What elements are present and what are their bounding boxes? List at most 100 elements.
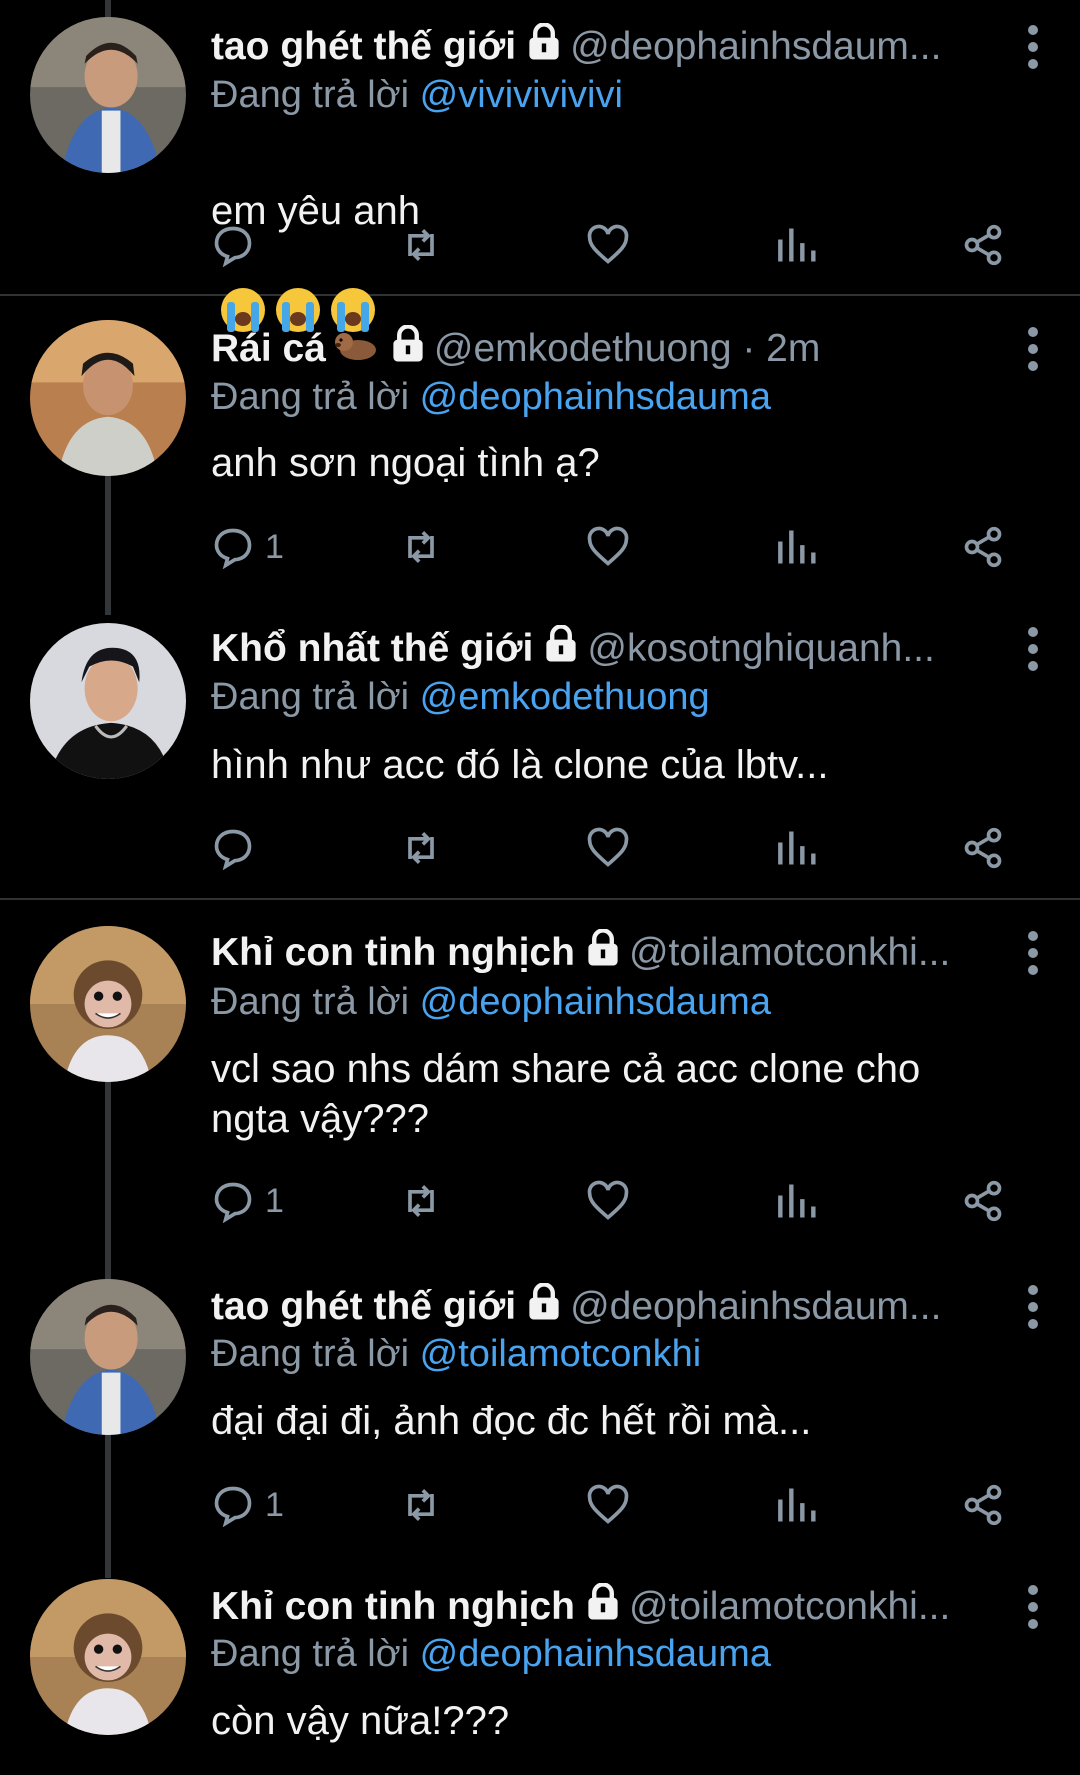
- analytics-icon: [778, 228, 816, 262]
- reply-mention-link[interactable]: @vivivivivivi: [420, 74, 623, 116]
- views-button[interactable]: [773, 1480, 817, 1530]
- tweet[interactable]: Rái cá @emkodethuong · 2m Đang trả lời @d…: [0, 296, 1080, 598]
- reply-bubble-icon: [214, 226, 252, 267]
- more-vertical-icon[interactable]: [1026, 1284, 1040, 1330]
- display-name[interactable]: Khổ nhất thế giới: [211, 627, 533, 670]
- username-handle[interactable]: @toilamotconkhi...: [629, 931, 950, 974]
- avatar[interactable]: [30, 926, 186, 1082]
- share-icon: [964, 1484, 1002, 1526]
- views-button[interactable]: [773, 220, 817, 270]
- reply-button[interactable]: 1: [211, 1176, 284, 1226]
- share-icon: [964, 526, 1002, 568]
- replying-to: Đang trả lời @vivivivivivi: [211, 74, 623, 116]
- tweet-actions: [211, 823, 1011, 873]
- more-vertical-icon[interactable]: [1026, 930, 1040, 976]
- reply-mention-link[interactable]: @deophainhsdauma: [420, 1633, 771, 1675]
- views-button[interactable]: [773, 1176, 817, 1226]
- retweet-button[interactable]: [399, 1176, 443, 1226]
- retweet-button[interactable]: [399, 1480, 443, 1530]
- retweet-button[interactable]: [399, 220, 443, 270]
- tweet-header: Khỉ con tinh nghịch @toilamotconkhi...: [211, 1582, 990, 1632]
- more-vertical-icon[interactable]: [1026, 1584, 1040, 1630]
- reply-count: 1: [265, 527, 284, 566]
- username-handle[interactable]: @deophainhsdaum...: [570, 1285, 941, 1328]
- heart-icon: [587, 1180, 629, 1220]
- like-button[interactable]: [586, 1176, 630, 1226]
- username-handle[interactable]: @toilamotconkhi...: [629, 1585, 950, 1628]
- share-button[interactable]: [961, 522, 1005, 572]
- like-button[interactable]: [586, 522, 630, 572]
- tweet-header: tao ghét thế giới @deophainhsdaum...: [211, 1282, 990, 1332]
- tweet-header: Rái cá @emkodethuong · 2m: [211, 324, 990, 374]
- analytics-icon: [778, 831, 816, 865]
- share-button[interactable]: [961, 1176, 1005, 1226]
- like-button[interactable]: [586, 1480, 630, 1530]
- avatar[interactable]: [30, 1279, 186, 1435]
- heart-icon: [587, 526, 629, 566]
- tweet-header: Khỉ con tinh nghịch @toilamotconkhi...: [211, 928, 990, 978]
- display-name[interactable]: tao ghét thế giới: [211, 1285, 516, 1328]
- reply-mention-link[interactable]: @emkodethuong: [420, 676, 710, 718]
- display-name[interactable]: Rái cá: [211, 327, 326, 370]
- tweet-text: hình như acc đó là clone của lbtv...: [211, 743, 829, 787]
- heart-icon: [587, 1484, 629, 1524]
- more-vertical-icon[interactable]: [1026, 24, 1040, 70]
- share-icon: [964, 827, 1002, 869]
- replying-to: Đang trả lời @deophainhsdauma: [211, 376, 771, 418]
- tweet[interactable]: Khỉ con tinh nghịch @toilamotconkhi... Đa…: [0, 1554, 1080, 1775]
- avatar[interactable]: [30, 320, 186, 476]
- share-button[interactable]: [961, 220, 1005, 270]
- tweet-text: còn vậy nữa!???: [211, 1699, 510, 1743]
- reply-count: 1: [265, 1485, 284, 1524]
- reply-count: 1: [265, 1181, 284, 1220]
- heart-icon: [587, 827, 629, 867]
- reply-button[interactable]: 1: [211, 1480, 284, 1530]
- display-name[interactable]: Khỉ con tinh nghịch: [211, 931, 575, 974]
- reply-mention-link[interactable]: @deophainhsdauma: [420, 981, 771, 1023]
- replying-to: Đang trả lời @deophainhsdauma: [211, 1633, 771, 1675]
- retweet-icon: [408, 531, 434, 563]
- retweet-icon: [408, 229, 434, 261]
- share-button[interactable]: [961, 1480, 1005, 1530]
- retweet-button[interactable]: [399, 823, 443, 873]
- young-man-photo-avatar: [30, 320, 186, 476]
- more-vertical-icon[interactable]: [1026, 626, 1040, 672]
- avatar[interactable]: [30, 1579, 186, 1735]
- avatar[interactable]: [30, 17, 186, 173]
- retweet-icon: [408, 1185, 434, 1217]
- username-handle[interactable]: @emkodethuong · 2m: [434, 327, 820, 370]
- tweet-actions: 1: [211, 522, 1011, 572]
- young-man-black-shirt-photo-avatar: [30, 623, 186, 779]
- retweet-button[interactable]: [399, 522, 443, 572]
- reply-button[interactable]: 1: [211, 522, 284, 572]
- username-handle[interactable]: @kosotnghiquanh...: [587, 627, 935, 670]
- reply-bubble-icon: [214, 1182, 252, 1223]
- username-handle[interactable]: @deophainhsdaum...: [570, 25, 941, 68]
- heart-icon: [587, 224, 629, 264]
- reply-mention-link[interactable]: @deophainhsdauma: [420, 376, 771, 418]
- tweet[interactable]: tao ghét thế giới @deophainhsdaum... Đang…: [0, 1254, 1080, 1554]
- display-name[interactable]: Khỉ con tinh nghịch: [211, 1585, 575, 1628]
- replying-to: Đang trả lời @deophainhsdauma: [211, 981, 771, 1023]
- share-icon: [964, 224, 1002, 266]
- like-button[interactable]: [586, 823, 630, 873]
- tweet[interactable]: tao ghét thế giới @deophainhsdaum... Đang…: [0, 0, 1080, 332]
- like-button[interactable]: [586, 220, 630, 270]
- tweet-actions: 1: [211, 1480, 1011, 1530]
- display-name[interactable]: tao ghét thế giới: [211, 25, 516, 68]
- tweet[interactable]: Khổ nhất thế giới @kosotnghiquanh... Đang…: [0, 598, 1080, 898]
- tweet-header: tao ghét thế giới @deophainhsdaum...: [211, 22, 990, 72]
- lock-icon: [543, 624, 579, 674]
- tweet-text: đại đại đi, ảnh đọc đc hết rồi mà...: [211, 1399, 812, 1443]
- reply-bubble-icon: [214, 528, 252, 569]
- reply-button[interactable]: [211, 220, 265, 270]
- avatar[interactable]: [30, 623, 186, 779]
- more-vertical-icon[interactable]: [1026, 326, 1040, 372]
- lock-icon: [585, 928, 621, 978]
- share-button[interactable]: [961, 823, 1005, 873]
- reply-button[interactable]: [211, 823, 265, 873]
- views-button[interactable]: [773, 522, 817, 572]
- tweet[interactable]: Khỉ con tinh nghịch @toilamotconkhi... Đa…: [0, 900, 1080, 1250]
- reply-mention-link[interactable]: @toilamotconkhi: [420, 1333, 701, 1375]
- views-button[interactable]: [773, 823, 817, 873]
